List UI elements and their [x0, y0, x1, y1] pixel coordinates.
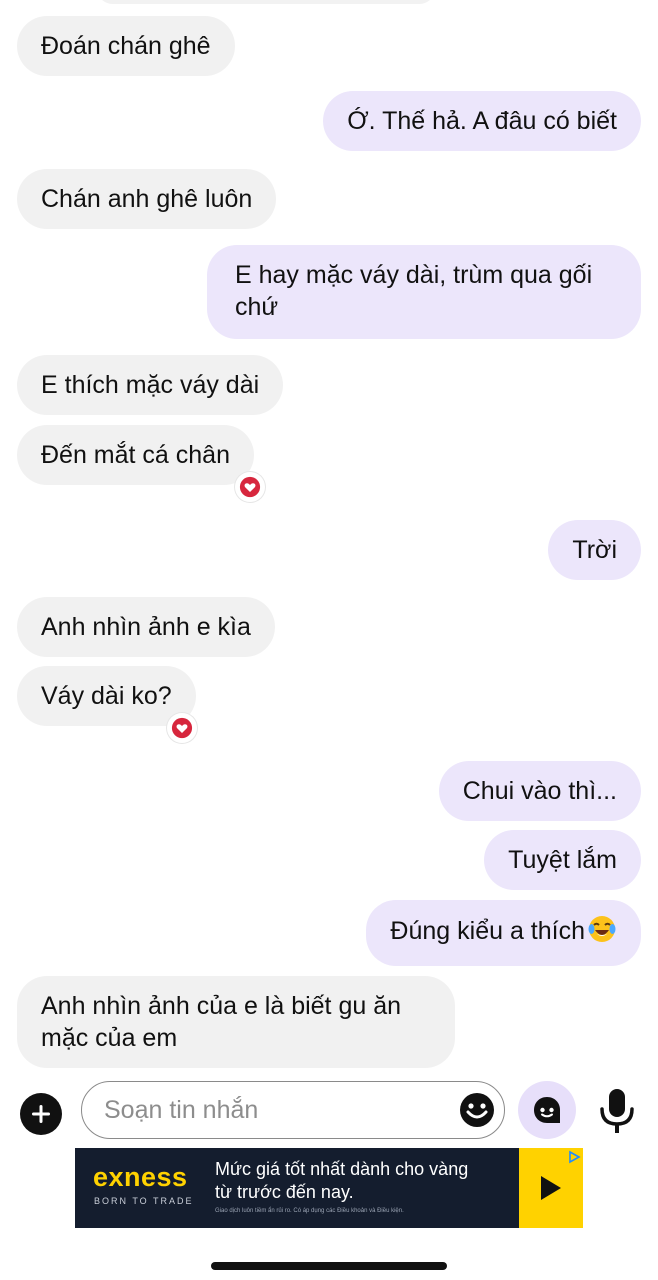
message-text: Trời — [572, 536, 617, 564]
message-outgoing[interactable]: Trời — [548, 520, 641, 580]
message-text: Đến mắt cá chân — [41, 441, 230, 469]
message-text: Ớ. Thế hả. A đâu có biết — [347, 107, 617, 135]
message-text: Đoán chán ghê — [41, 32, 211, 60]
previous-message-edge — [96, 0, 436, 4]
assistant-icon[interactable] — [518, 1081, 576, 1139]
message-text: Tuyệt lắm — [508, 846, 617, 874]
message-outgoing[interactable]: E hay mặc váy dài, trùm qua gối chứ — [207, 245, 641, 339]
message-incoming[interactable]: Đoán chán ghê — [17, 16, 235, 76]
message-outgoing[interactable]: Đúng kiểu a thích — [366, 900, 641, 966]
microphone-icon[interactable] — [596, 1087, 638, 1140]
tears-of-joy-emoji-icon — [587, 914, 617, 952]
ad-tagline: BORN TO TRADE — [94, 1196, 194, 1206]
message-incoming[interactable]: Đến mắt cá chân — [17, 425, 254, 485]
heart-reaction-icon[interactable] — [235, 472, 265, 502]
ad-brand-logo: exness — [93, 1162, 188, 1192]
message-text: Anh nhìn ảnh e kìa — [41, 613, 251, 641]
play-icon — [541, 1176, 561, 1200]
message-text: E thích mặc váy dài — [41, 371, 260, 399]
message-incoming[interactable]: Anh nhìn ảnh của e là biết gu ăn mặc của… — [17, 976, 455, 1068]
message-incoming[interactable]: Chán anh ghê luôn — [17, 169, 277, 229]
message-text: Anh nhìn ảnh của e là biết gu ăn mặc của… — [41, 992, 402, 1052]
message-composer: Soạn tin nhắn — [0, 1075, 658, 1145]
message-text: E hay mặc váy dài, trùm qua gối chứ — [235, 261, 593, 321]
smiley-icon[interactable] — [458, 1091, 496, 1134]
message-text: Váy dài ko? — [41, 682, 172, 710]
message-text: Đúng kiểu a thích — [390, 917, 585, 945]
message-input[interactable]: Soạn tin nhắn — [81, 1081, 505, 1139]
message-text: Chui vào thì... — [462, 777, 617, 805]
message-incoming[interactable]: E thích mặc váy dài — [17, 355, 284, 415]
plus-icon[interactable] — [20, 1093, 62, 1135]
message-text: Chán anh ghê luôn — [41, 185, 253, 213]
message-outgoing[interactable]: Ớ. Thế hả. A đâu có biết — [323, 91, 641, 151]
message-outgoing[interactable]: Chui vào thì... — [438, 761, 641, 821]
message-incoming[interactable]: Anh nhìn ảnh e kìa — [17, 597, 275, 657]
message-incoming[interactable]: Váy dài ko? — [17, 666, 196, 726]
ad-banner[interactable]: exness BORN TO TRADE Mức giá tốt nhất dà… — [75, 1148, 583, 1228]
ad-fineprint: Giao dịch luôn tiềm ẩn rủi ro. Có áp dụn… — [215, 1208, 404, 1214]
heart-reaction-icon[interactable] — [167, 713, 197, 743]
ad-headline: Mức giá tốt nhất dành cho vàng từ trước … — [215, 1159, 469, 1202]
adchoices-icon[interactable] — [567, 1150, 581, 1169]
home-indicator[interactable] — [211, 1262, 447, 1270]
message-input-placeholder: Soạn tin nhắn — [104, 1096, 259, 1124]
message-outgoing[interactable]: Tuyệt lắm — [484, 830, 641, 890]
